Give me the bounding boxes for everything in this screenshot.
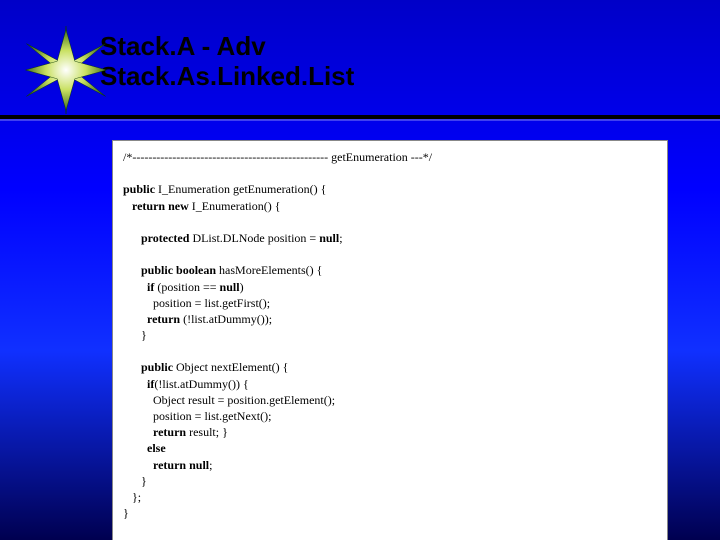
header-divider	[0, 115, 720, 119]
star-bullet-icon	[22, 26, 110, 114]
code-panel: /*--------------------------------------…	[112, 140, 668, 540]
title-line-2: Stack.As.Linked.List	[100, 62, 354, 92]
slide: Stack.A - Adv Stack.As.Linked.List /*---…	[0, 0, 720, 540]
title-line-1: Stack.A - Adv	[100, 32, 354, 62]
slide-title: Stack.A - Adv Stack.As.Linked.List	[100, 32, 354, 92]
code-block: /*--------------------------------------…	[123, 149, 657, 540]
slide-header: Stack.A - Adv Stack.As.Linked.List	[0, 32, 720, 92]
code-comment-top: /*--------------------------------------…	[123, 150, 432, 164]
